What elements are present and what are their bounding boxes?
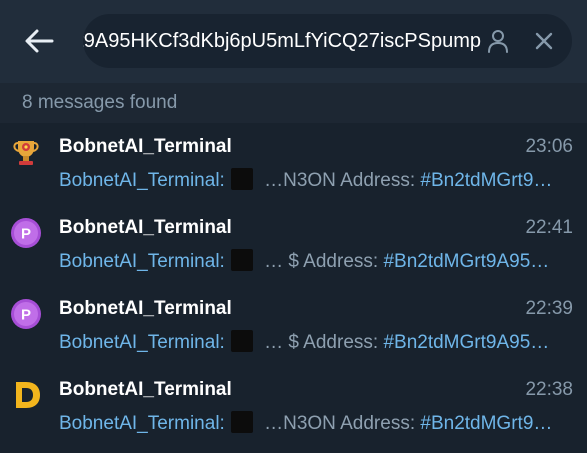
sender-name: BobnetAI_Terminal: bbox=[59, 251, 225, 272]
results-count-label: 8 messages found bbox=[22, 92, 178, 113]
chat-name: BobnetAI_Terminal bbox=[59, 217, 232, 238]
message-preview: BobnetAI_Terminal: …N3ON Address: #Bn2td… bbox=[59, 411, 579, 436]
message-snippet: … $ Address: bbox=[258, 332, 384, 353]
hashtag-link[interactable]: #Bn2tdMGrt9A95… bbox=[383, 332, 549, 353]
user-icon[interactable] bbox=[485, 28, 511, 54]
hashtag-link[interactable]: #Bn2tdMGrt9A95… bbox=[383, 251, 549, 272]
media-thumbnail bbox=[230, 168, 253, 190]
p-badge-icon: P bbox=[11, 218, 41, 248]
message-preview: BobnetAI_Terminal: …N3ON Address: #Bn2td… bbox=[59, 168, 579, 193]
chat-name: BobnetAI_Terminal bbox=[59, 298, 232, 319]
close-icon[interactable] bbox=[532, 29, 556, 53]
svg-text:P: P bbox=[21, 226, 31, 243]
message-snippet: …N3ON Address: bbox=[258, 170, 421, 191]
sender-name: BobnetAI_Terminal: bbox=[59, 170, 225, 191]
trophy-icon bbox=[13, 141, 39, 165]
message-snippet: … $ Address: bbox=[258, 251, 384, 272]
message-time: 23:06 bbox=[525, 136, 573, 157]
message-time: 22:41 bbox=[525, 217, 573, 238]
search-result-item[interactable]: P BobnetAI_Terminal 22:39 BobnetAI_Termi… bbox=[0, 285, 587, 366]
media-thumbnail bbox=[230, 411, 253, 433]
message-time: 22:39 bbox=[525, 298, 573, 319]
message-time: 22:38 bbox=[525, 379, 573, 400]
hashtag-link[interactable]: #Bn2tdMGrt9… bbox=[420, 413, 552, 434]
search-result-item[interactable]: BobnetAI_Terminal 22:38 BobnetAI_Termina… bbox=[0, 366, 587, 447]
arrow-left-icon[interactable] bbox=[22, 26, 56, 56]
message-snippet: …N3ON Address: bbox=[258, 413, 421, 434]
media-thumbnail bbox=[230, 249, 253, 271]
sender-name: BobnetAI_Terminal: bbox=[59, 332, 225, 353]
sender-name: BobnetAI_Terminal: bbox=[59, 413, 225, 434]
search-input[interactable]: Bn2tdMGrt9A95HKCf3dKbj6pU5mLfYiCQ27iscPS… bbox=[83, 28, 481, 54]
message-preview: BobnetAI_Terminal: … $ Address: #Bn2tdMG… bbox=[59, 330, 579, 355]
media-thumbnail bbox=[230, 330, 253, 352]
p-badge-icon: P bbox=[11, 299, 41, 329]
search-result-item[interactable]: P BobnetAI_Terminal 22:41 BobnetAI_Termi… bbox=[0, 204, 587, 285]
chat-name: BobnetAI_Terminal bbox=[59, 136, 232, 157]
search-field[interactable]: Bn2tdMGrt9A95HKCf3dKbj6pU5mLfYiCQ27iscPS… bbox=[83, 14, 572, 68]
message-preview: BobnetAI_Terminal: … $ Address: #Bn2tdMG… bbox=[59, 249, 579, 274]
d-badge-icon bbox=[16, 382, 40, 408]
search-result-item[interactable]: BobnetAI_Terminal 23:06 BobnetAI_Termina… bbox=[0, 123, 587, 204]
search-header: Bn2tdMGrt9A95HKCf3dKbj6pU5mLfYiCQ27iscPS… bbox=[0, 0, 587, 83]
svg-text:P: P bbox=[21, 307, 31, 324]
results-count-bar: 8 messages found bbox=[0, 83, 587, 123]
chat-name: BobnetAI_Terminal bbox=[59, 379, 232, 400]
hashtag-link[interactable]: #Bn2tdMGrt9… bbox=[420, 170, 552, 191]
